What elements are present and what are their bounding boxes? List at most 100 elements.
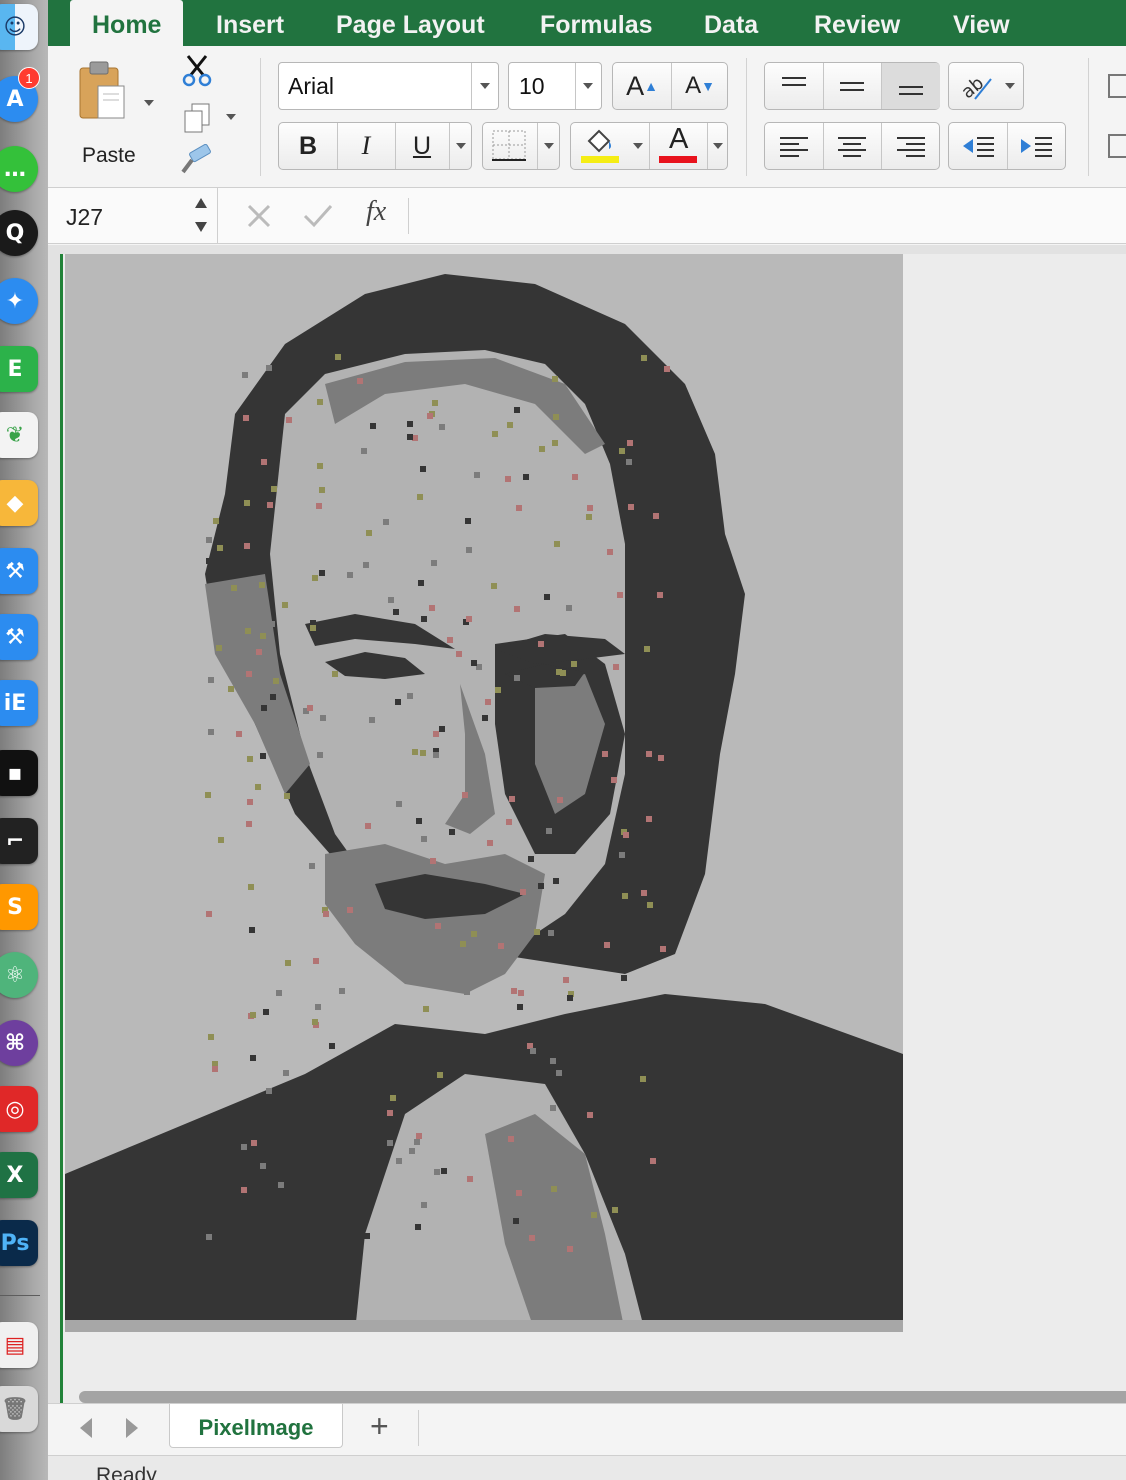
noise-pixel (514, 407, 520, 413)
noise-pixel (567, 995, 573, 1001)
name-box[interactable]: J27 (48, 188, 218, 244)
tab-formulas[interactable]: Formulas (540, 0, 653, 46)
shrink-font-button[interactable]: A ▼ (671, 63, 729, 109)
tab-divider (418, 1410, 419, 1446)
noise-pixel (269, 621, 275, 627)
borders-icon (492, 130, 526, 161)
noise-pixel (429, 605, 435, 611)
cut-scissors-icon[interactable] (180, 54, 214, 88)
font-color-button[interactable]: A (651, 123, 707, 169)
noise-pixel (255, 784, 261, 790)
sublime-text-icon[interactable]: S (0, 884, 38, 930)
finder-icon[interactable]: ☺ (0, 4, 38, 50)
excel-icon[interactable]: X (0, 1152, 38, 1198)
copy-icon[interactable] (182, 102, 212, 134)
noise-pixel (539, 446, 545, 452)
terminal-icon[interactable]: ▪ (0, 750, 38, 796)
noise-pixel (260, 1163, 266, 1169)
copy-options-caret[interactable] (226, 114, 236, 120)
italic-button[interactable]: I (337, 123, 395, 169)
font-color-caret[interactable] (713, 143, 723, 149)
wechat-icon[interactable]: … (0, 146, 38, 192)
tab-review[interactable]: Review (814, 0, 900, 46)
noise-pixel (471, 931, 477, 937)
align-middle-button[interactable] (823, 63, 881, 109)
atom-icon[interactable]: ⚛ (0, 952, 38, 998)
noise-pixel (312, 575, 318, 581)
align-right-button[interactable] (882, 123, 940, 169)
trash-icon[interactable]: 🗑 (0, 1386, 38, 1432)
insert-function-button[interactable]: fx (366, 196, 386, 228)
photoshop-icon[interactable]: Ps (0, 1220, 38, 1266)
evernote-icon[interactable]: E (0, 346, 38, 392)
prev-sheet-arrow-icon[interactable] (76, 1416, 96, 1440)
divider (707, 123, 708, 169)
borders-button[interactable] (482, 122, 560, 170)
next-sheet-arrow-icon[interactable] (122, 1416, 142, 1440)
tab-view[interactable]: View (953, 0, 1010, 46)
underline-caret[interactable] (456, 143, 466, 149)
noise-pixel (587, 1112, 593, 1118)
confirm-check-icon[interactable] (302, 203, 334, 229)
paste-options-caret[interactable] (144, 100, 154, 106)
decrease-indent-button[interactable] (949, 123, 1007, 169)
name-box-stepper-icon[interactable] (193, 196, 209, 234)
noise-pixel (508, 1136, 514, 1142)
xcode-icon[interactable]: ⚒ (0, 548, 38, 594)
grow-font-label: A (626, 70, 645, 101)
noise-pixel (231, 585, 237, 591)
bold-button[interactable]: B (279, 123, 337, 169)
divider (575, 63, 576, 109)
qq-icon[interactable]: Q (0, 210, 38, 256)
xcode-beta-icon[interactable]: ⚒ (0, 614, 38, 660)
safari-icon[interactable]: ✦ (0, 278, 38, 324)
align-left-button[interactable] (765, 123, 823, 169)
worksheet-grid[interactable] (60, 254, 1126, 1403)
noise-pixel (487, 840, 493, 846)
format-painter-icon[interactable] (178, 144, 214, 176)
noise-pixel (208, 677, 214, 683)
increase-indent-button[interactable] (1007, 123, 1065, 169)
worksheet[interactable] (48, 245, 1126, 1403)
noise-pixel (657, 592, 663, 598)
font-size-select[interactable]: 10 (508, 62, 602, 110)
noise-pixel (421, 1202, 427, 1208)
horizontal-scrollbar[interactable] (79, 1391, 1126, 1403)
grow-font-button[interactable]: A ▲ (613, 63, 671, 109)
noise-pixel (250, 1012, 256, 1018)
tab-page-layout[interactable]: Page Layout (336, 0, 485, 46)
pixelmator-icon[interactable]: ❦ (0, 412, 38, 458)
align-top-button[interactable] (765, 63, 823, 109)
sketch-icon[interactable]: ◆ (0, 480, 38, 526)
netease-music-icon[interactable]: ◎ (0, 1086, 38, 1132)
noise-pixel (664, 366, 670, 372)
downloads-stack-icon[interactable]: ▤ (0, 1322, 38, 1368)
cancel-x-icon[interactable] (246, 203, 272, 229)
tab-home[interactable]: Home (70, 0, 184, 46)
paste-button[interactable]: Paste (72, 58, 154, 167)
fill-color-button[interactable] (571, 123, 629, 169)
screen: ☺ A 1 … Q ✦ E ❦ ◆ ⚒ ⚒ iE ▪ ⌐ S ⚛ ⌘ ◎ X P… (0, 0, 1126, 1480)
merge-button[interactable] (1108, 134, 1126, 158)
wrap-text-button[interactable] (1108, 74, 1126, 98)
fill-color-caret[interactable] (633, 143, 643, 149)
noise-pixel (491, 583, 497, 589)
add-sheet-button[interactable]: + (370, 1408, 389, 1445)
noise-pixel (249, 927, 255, 933)
align-bottom-button[interactable] (882, 63, 940, 109)
orientation-button[interactable]: ab (948, 62, 1024, 110)
noise-pixel (439, 726, 445, 732)
formula-input[interactable] (414, 196, 1114, 236)
instruments-icon[interactable]: iE (0, 680, 38, 726)
noise-pixel (530, 1048, 536, 1054)
console-icon[interactable]: ⌐ (0, 818, 38, 864)
tab-data[interactable]: Data (704, 0, 758, 46)
align-center-button[interactable] (823, 123, 881, 169)
underline-button[interactable]: U (395, 123, 449, 169)
tab-insert[interactable]: Insert (216, 0, 284, 46)
font-name-select[interactable]: Arial (278, 62, 499, 110)
github-desktop-icon[interactable]: ⌘ (0, 1020, 38, 1066)
sheet-tab-pixelimage[interactable]: PixelImage (169, 1404, 343, 1448)
noise-pixel (260, 633, 266, 639)
noise-pixel (206, 558, 212, 564)
